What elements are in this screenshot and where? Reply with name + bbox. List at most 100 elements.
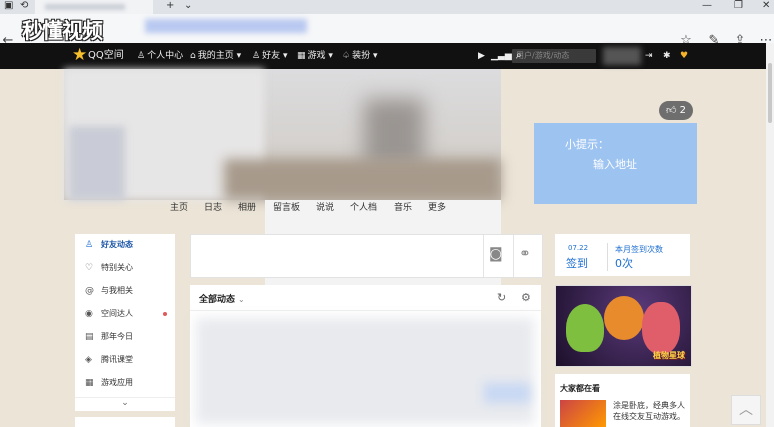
tab-profile[interactable]: 个人档 <box>350 200 377 213</box>
menu-label: 游戏应用 <box>101 378 133 387</box>
game-banner[interactable]: 植物星球 <box>555 285 692 367</box>
sign-date: 07.22 <box>568 244 589 252</box>
like-button[interactable]: 👍︎ 2 <box>659 101 693 120</box>
close-button[interactable]: ✕ <box>762 0 770 12</box>
tab-back-icon[interactable]: ⟲ <box>20 0 28 12</box>
qzone-star-icon: ★ <box>72 45 88 65</box>
nav-label: 我的主页 <box>197 51 234 61</box>
like-count: 2 <box>679 105 686 116</box>
link-icon[interactable]: ⚭ <box>519 246 531 262</box>
chevron-down-icon: ⌄ <box>238 295 245 304</box>
friends-icon: ♙ <box>252 51 261 61</box>
nav-label: 游戏 <box>307 51 326 61</box>
grid-icon: ▦ <box>85 378 94 388</box>
settings-icon[interactable]: ⚙ <box>521 291 531 304</box>
play-circle-icon: ◉ <box>85 309 93 319</box>
menu-label: 好友动态 <box>101 240 133 249</box>
feed-filter[interactable]: 全部动态 ⌄ <box>199 292 245 305</box>
sign-in-button[interactable]: 签到 <box>566 255 588 271</box>
scrollbar-thumb[interactable] <box>768 63 772 123</box>
menu-space-star[interactable]: ◉ 空间达人 <box>75 303 175 325</box>
signal-icon: ▁▃▅ <box>491 51 512 61</box>
tab-album[interactable]: 相册 <box>238 200 256 213</box>
expand-menu-button[interactable]: ⌄ <box>75 397 175 411</box>
calendar-icon: ▤ <box>85 332 94 342</box>
address-input[interactable] <box>145 19 307 33</box>
search-icon[interactable]: ⌕ <box>516 49 593 63</box>
tip-text: 输入地址 <box>593 158 637 171</box>
maximize-button[interactable]: ❐ <box>734 0 743 12</box>
user-avatar[interactable] <box>603 47 641 65</box>
tab-more[interactable]: 更多 <box>428 200 446 213</box>
grid-icon: ▦ <box>297 51 306 61</box>
back-to-top-button[interactable]: ︿ <box>731 395 761 425</box>
left-menu: ♙ 好友动态 ♡ 特别关心 @ 与我相关 ◉ 空间达人 ▤ 那年今日 ◈ 腾讯课堂 ▦ 游戏应… <box>75 234 175 410</box>
thumb-icon: 👍︎ <box>665 105 677 116</box>
page-scrollbar[interactable] <box>766 43 774 427</box>
cover-image <box>64 69 501 200</box>
feed-title: 全部动态 <box>199 295 236 305</box>
tip-title: 小提示： <box>565 138 609 151</box>
refresh-icon[interactable]: ↻ <box>497 291 506 304</box>
divider <box>190 310 541 311</box>
character-orange <box>604 296 644 340</box>
shirt-icon: ♤ <box>342 51 351 61</box>
search-input[interactable]: 用户/游戏/动态 ⌕ <box>512 49 596 63</box>
qzone-brand[interactable]: QQ空间 <box>88 50 124 62</box>
publish-box[interactable]: ◙ ⚭ <box>190 234 543 278</box>
home-icon: ⌂ <box>190 51 196 61</box>
character-red <box>642 302 680 354</box>
tab-shuoshuo[interactable]: 说说 <box>316 200 334 213</box>
qzone-top-nav: ★ QQ空间 ♙ 个人中心 ⌂ 我的主页 ▾ ♙ 好友 ▾ ▦ 游戏 ▾ ♤ 装扮 ▾ ▶… <box>0 43 774 69</box>
popular-thumbnail[interactable] <box>560 400 606 427</box>
window-icon[interactable]: ▣ <box>4 0 13 12</box>
tab-music[interactable]: 音乐 <box>394 200 412 213</box>
menu-today-in-history[interactable]: ▤ 那年今日 <box>75 326 175 348</box>
profile-avatar[interactable] <box>69 126 125 200</box>
address-bar-row: ← ☆ ✎ ⇪ ⋯ <box>0 14 774 48</box>
at-icon: @ <box>85 286 94 296</box>
heart-icon: ♡ <box>85 263 94 273</box>
nav-label: 装扮 <box>352 51 371 61</box>
active-tab[interactable] <box>35 0 153 14</box>
menu-label: 与我相关 <box>101 286 133 295</box>
menu-label: 特别关心 <box>101 263 133 272</box>
tab-guestbook[interactable]: 留言板 <box>273 200 300 213</box>
feed-action-button[interactable] <box>484 383 530 403</box>
menu-label: 腾讯课堂 <box>101 355 133 364</box>
friends-icon: ♙ <box>85 240 94 250</box>
menu-friend-feeds[interactable]: ♙ 好友动态 <box>75 234 175 256</box>
gear-icon[interactable]: ✱ <box>663 50 671 62</box>
popular-title: 大家都在看 <box>560 384 600 393</box>
popular-description[interactable]: 涂是卧底，经典多人在线交友互动游戏。 <box>613 400 687 422</box>
nav-label: 个人中心 <box>147 51 184 61</box>
menu-special-care[interactable]: ♡ 特别关心 <box>75 257 175 279</box>
play-icon[interactable]: ▶ <box>478 50 485 62</box>
divider <box>607 243 608 271</box>
menu-label: 那年今日 <box>101 332 133 341</box>
menu-about-me[interactable]: @ 与我相关 <box>75 280 175 302</box>
new-dot <box>163 312 167 316</box>
nav-dress[interactable]: ♤ 装扮 ▾ <box>342 50 377 62</box>
menu-label: 空间达人 <box>101 309 133 318</box>
logout-icon[interactable]: ⇥ <box>645 50 653 62</box>
cap-icon: ◈ <box>85 355 92 365</box>
person-icon: ♙ <box>137 51 146 61</box>
feed-item <box>196 318 534 424</box>
nav-friends[interactable]: ♙ 好友 ▾ <box>252 50 287 62</box>
tab-list-button[interactable]: ⌄ <box>184 0 192 12</box>
monthly-sign-count: 0次 <box>615 257 633 270</box>
vip-diamond-icon[interactable]: ♥ <box>680 50 688 62</box>
nav-personal-center[interactable]: ♙ 个人中心 <box>137 50 183 62</box>
minimize-button[interactable]: — <box>702 0 712 12</box>
banner-caption: 植物星球 <box>653 351 685 360</box>
menu-tencent-class[interactable]: ◈ 腾讯课堂 <box>75 349 175 371</box>
nav-my-home[interactable]: ⌂ 我的主页 ▾ <box>190 50 241 62</box>
tab-home[interactable]: 主页 <box>170 200 188 213</box>
menu-game-apps[interactable]: ▦ 游戏应用 <box>75 372 175 394</box>
camera-icon[interactable]: ◙ <box>489 246 503 262</box>
new-tab-button[interactable]: + <box>166 0 174 12</box>
nav-label: 好友 <box>262 51 281 61</box>
tab-blog[interactable]: 日志 <box>204 200 222 213</box>
nav-games[interactable]: ▦ 游戏 ▾ <box>297 50 333 62</box>
